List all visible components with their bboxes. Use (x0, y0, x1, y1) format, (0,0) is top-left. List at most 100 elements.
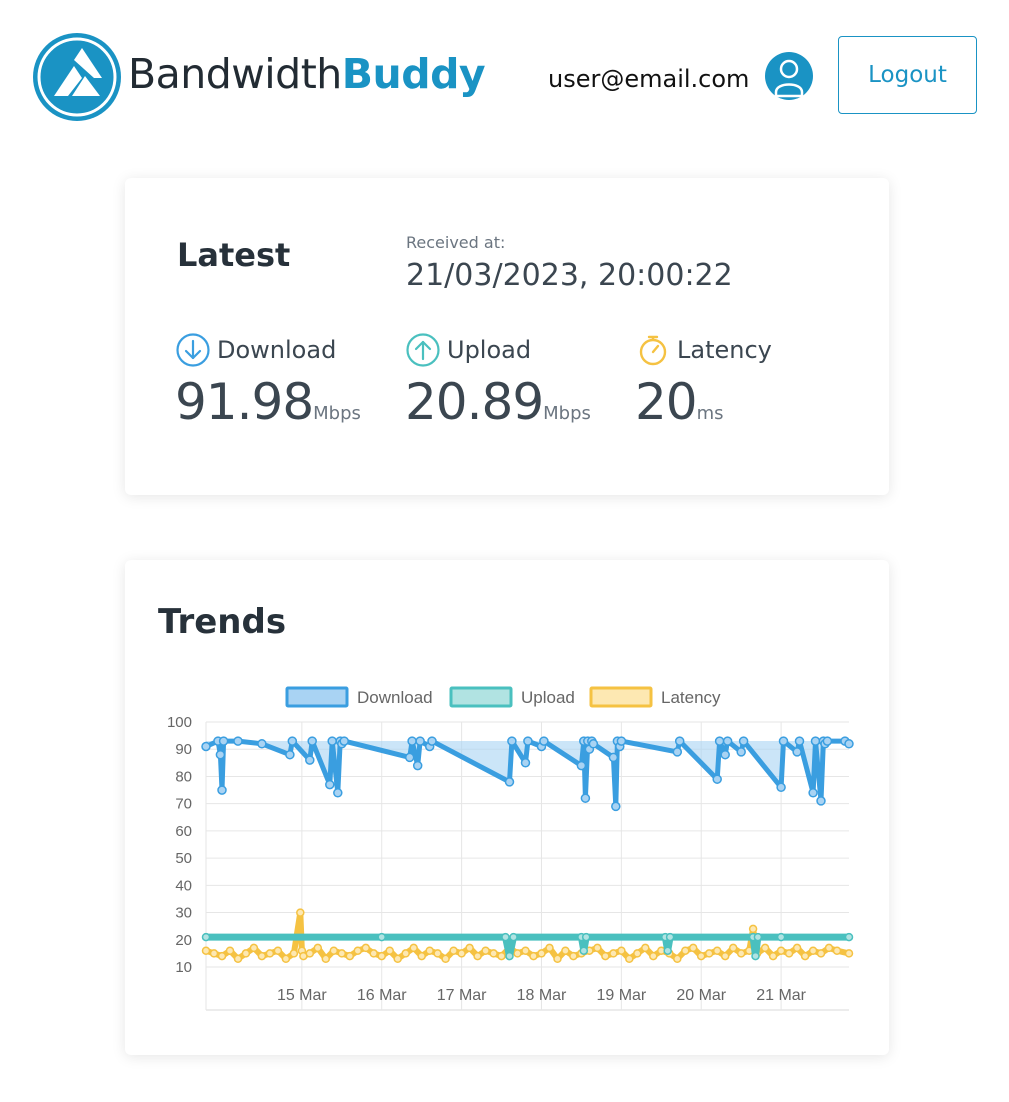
upload-point (844, 932, 854, 942)
y-tick-label: 10 (175, 959, 192, 976)
latency-point (712, 946, 722, 955)
received-at-value: 21/03/2023, 20:00:22 (406, 258, 733, 293)
download-point (218, 736, 229, 746)
latency-point (844, 949, 854, 958)
latency-point (513, 949, 522, 958)
download-point (608, 752, 619, 763)
download-point (816, 796, 826, 806)
latency-point (748, 924, 758, 934)
latency-point (736, 949, 746, 958)
download-point (672, 747, 683, 757)
download-point (520, 758, 531, 768)
user-avatar-icon[interactable] (765, 52, 813, 100)
latency-point (784, 949, 794, 958)
y-tick-label: 70 (175, 796, 192, 813)
download-point (325, 779, 335, 790)
arrow-up-circle-icon (406, 333, 440, 367)
latency-point (768, 951, 778, 961)
latency-point (369, 949, 378, 958)
latency-point (296, 908, 305, 917)
download-point (712, 774, 722, 784)
latency-point (313, 943, 323, 953)
brand-name[interactable]: BandwidthBuddy (128, 48, 486, 100)
download-point (738, 736, 749, 746)
download-point (611, 801, 621, 812)
latency-point (800, 951, 810, 961)
latency-point (529, 951, 538, 961)
latency-point (433, 949, 442, 958)
download-point (215, 749, 226, 760)
latency-point (617, 946, 626, 955)
x-tick-label: 19 Mar (596, 987, 646, 1004)
latency-point (425, 946, 434, 955)
download-unit: Mbps (313, 403, 361, 424)
latency-value: 20 (635, 373, 698, 431)
download-point (339, 736, 349, 746)
upload-point (776, 932, 786, 942)
x-tick-label: 17 Mar (437, 987, 487, 1004)
latency-point (824, 943, 834, 953)
download-point (287, 736, 298, 746)
latency-point (249, 943, 259, 953)
latency-point (241, 949, 251, 958)
download-point (217, 785, 227, 795)
latest-title: Latest (177, 236, 291, 274)
latency-point (696, 951, 706, 961)
latency-point (760, 943, 770, 953)
latency-point (209, 949, 219, 958)
latency-point (553, 954, 562, 964)
latency-point (321, 954, 331, 964)
download-point (427, 736, 437, 746)
latency-point (728, 943, 738, 953)
upload-point (377, 932, 386, 942)
latency-point (673, 954, 682, 964)
latency-point (473, 951, 482, 961)
upload-label: Upload (447, 336, 532, 364)
trends-chart[interactable]: 100 90 80 70 60 50 40 30 20 10 15 Mar 16 Mar 17 Mar 1… (125, 560, 889, 1055)
legend-label: Upload (521, 688, 575, 707)
latency-point (816, 949, 826, 958)
latency-point (489, 949, 498, 958)
upload-point (751, 951, 760, 961)
y-tick-label: 60 (175, 823, 192, 840)
y-tick-label: 30 (175, 905, 192, 922)
latency-point (233, 954, 243, 964)
upload-point (665, 932, 675, 942)
download-point (776, 782, 786, 793)
latency-point (601, 951, 610, 961)
latency-point (457, 949, 466, 958)
latency-point (681, 946, 690, 955)
latency-point (497, 951, 506, 961)
latency-point (633, 949, 642, 958)
download-point (794, 736, 805, 746)
download-point (720, 749, 730, 760)
latency-point (561, 946, 570, 955)
download-point (792, 747, 802, 757)
latency-point (545, 943, 554, 953)
download-point (539, 736, 549, 746)
stopwatch-icon (639, 335, 667, 366)
download-point (808, 788, 818, 798)
upload-point (753, 932, 763, 942)
download-point (822, 736, 833, 746)
latency-point (417, 951, 426, 961)
x-tick-label: 20 Mar (676, 987, 726, 1004)
latency-point (273, 946, 283, 955)
download-point (404, 752, 415, 763)
latency-point (409, 943, 418, 953)
latency-point (641, 943, 650, 953)
brand-logo-icon[interactable] (30, 30, 124, 124)
latency-point (465, 943, 474, 953)
download-point (844, 739, 854, 749)
metric-download: Download 91.98Mbps (175, 331, 361, 431)
download-point (333, 788, 343, 798)
latency-point (401, 949, 410, 958)
download-point (714, 736, 725, 746)
download-point (580, 793, 591, 803)
latency-point (377, 951, 386, 961)
latency-point (688, 943, 698, 953)
latency-point (361, 943, 371, 953)
legend-label: Download (357, 688, 433, 707)
logout-button[interactable]: Logout (838, 36, 977, 114)
download-point (504, 777, 515, 787)
